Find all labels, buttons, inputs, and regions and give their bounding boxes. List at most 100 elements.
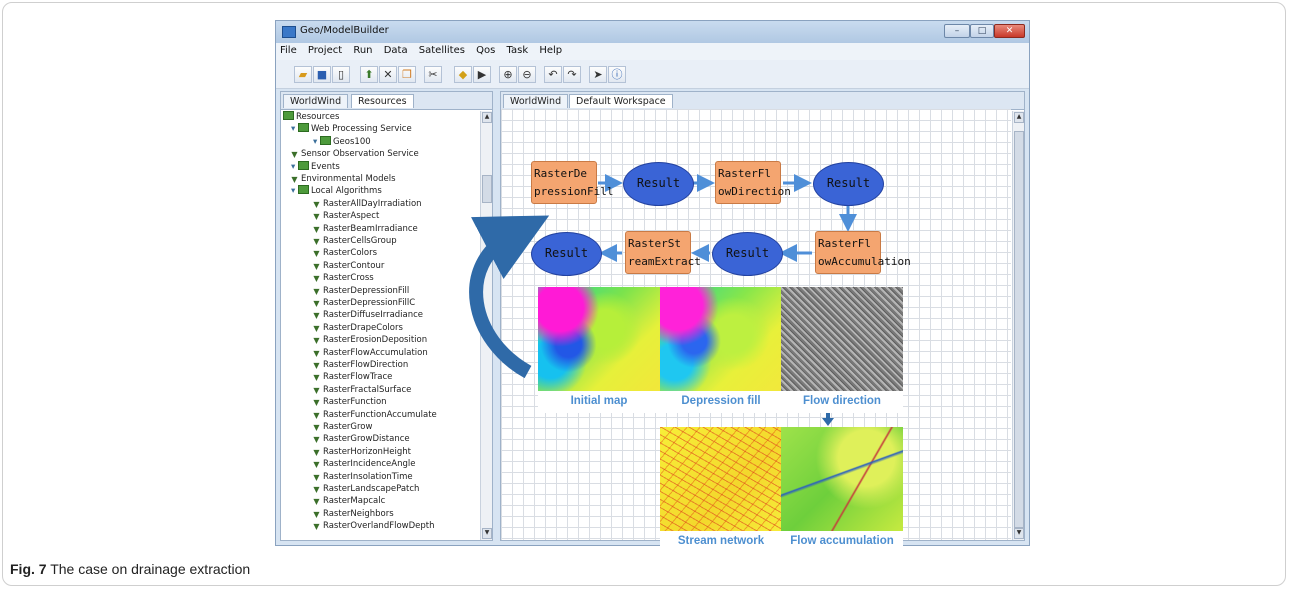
tree-item[interactable]: ▼ RasterCross [313,272,373,284]
tab-default-workspace[interactable]: Default Workspace [569,94,673,108]
menu-qos[interactable]: Qos [472,43,499,56]
tree-item[interactable]: ▼ RasterIncidenceAngle [313,458,415,470]
tree-item[interactable]: ▾ Events [291,160,340,173]
menu-satellites[interactable]: Satellites [415,43,469,56]
tree-item[interactable]: ▾ Local Algorithms [291,185,382,197]
node-raster-flow-direction[interactable]: RasterFl owDirection [715,161,791,204]
expand-icon[interactable]: ▾ [291,162,298,172]
tree-item[interactable]: ▼ RasterBeamIrradiance [313,223,418,235]
zoom-in-icon[interactable]: ⊕ [499,66,517,83]
resources-panel: WorldWind Resources Resources ▾ Web Proce… [280,91,493,541]
upload-icon[interactable]: ⬆ [360,66,378,83]
tree-item[interactable]: ▼ RasterFractalSurface [313,384,411,396]
node-raster-stream-extract[interactable]: RasterSt reamExtract [625,231,701,274]
node-raster-flow-accumulation[interactable]: RasterFl owAccumulation [815,231,911,274]
delete-icon[interactable]: ✕ [379,66,397,83]
tree-scrollbar[interactable]: ▲ ▼ [480,111,492,540]
tree-item[interactable]: ▼ RasterErosionDeposition [313,334,427,346]
tree-item[interactable]: ▼ RasterCellsGroup [313,235,396,247]
tree-item[interactable]: ▼ RasterGrow [313,421,372,433]
tree-item[interactable]: ▼ Environmental Models [291,173,395,185]
open-folder-icon[interactable]: ▰ [294,66,312,83]
workspace-scroll-thumb[interactable] [1014,131,1024,528]
tree-item[interactable]: ▾ Geos100 [313,135,371,148]
tree-item[interactable]: ▼ RasterFlowAccumulation [313,347,427,359]
menu-data[interactable]: Data [380,43,412,56]
node-result-3[interactable]: Result [712,232,783,276]
run-icon[interactable]: ◆ [454,66,472,83]
tree-item-label: RasterGrowDistance [323,434,410,445]
menu-task[interactable]: Task [503,43,533,56]
tree-item[interactable]: ▼ Sensor Observation Service [291,148,418,160]
workspace-scroll-down-icon[interactable]: ▼ [1014,528,1024,539]
scroll-thumb[interactable] [482,175,492,203]
workspace-scroll-up-icon[interactable]: ▲ [1014,112,1024,123]
scroll-up-icon[interactable]: ▲ [482,112,492,123]
minimize-button[interactable]: – [944,24,970,38]
tree-item[interactable]: ▼ RasterDepressionFill [313,285,409,297]
tree-item[interactable]: ▼ RasterAspect [313,210,379,222]
menu-project[interactable]: Project [304,43,346,56]
tree-item[interactable]: ▼ RasterMapcalc [313,495,385,507]
save-icon[interactable]: ■ [313,66,331,83]
tree-item[interactable]: ▼ RasterNeighbors [313,508,394,520]
tree-item[interactable]: ▼ RasterDepressionFillC [313,297,415,309]
tree-item[interactable]: ▼ RasterOverlandFlowDepth [313,520,435,532]
menu-help[interactable]: Help [535,43,566,56]
toolbar: ▰ ■ ▯ ⬆ ✕ ❐ ✂ ◆ ▶ ⊕ ⊖ ↶ ↷ ➤ ⓘ [276,60,1029,89]
copy-icon[interactable]: ❐ [398,66,416,83]
folder-icon [297,123,309,133]
flow-direction-image [781,287,903,391]
pointer-icon[interactable]: ➤ [589,66,607,83]
algorithm-icon: ▼ [291,150,298,160]
tree-item[interactable]: ▼ RasterFunction [313,396,386,408]
tree-item[interactable]: ▼ RasterFunctionAccumulate [313,409,436,421]
tree-item-label: RasterBeamIrradiance [323,223,418,234]
card-initial-map: Initial map [538,287,660,413]
tree-item-label: RasterInsolationTime [323,471,413,482]
redo-icon[interactable]: ↷ [563,66,581,83]
tree-item[interactable]: ▼ RasterColors [313,247,377,259]
close-button[interactable]: ✕ [994,24,1025,38]
expand-icon[interactable]: ▾ [313,137,320,147]
tab-worldwind-workspace[interactable]: WorldWind [503,94,569,108]
node-result-4[interactable]: Result [531,232,602,276]
tree-item-label: RasterNeighbors [323,508,394,519]
menu-run[interactable]: Run [349,43,376,56]
tree-item[interactable]: ▼ RasterDrapeColors [313,322,403,334]
expand-icon[interactable]: ▾ [291,186,298,196]
tree-item[interactable]: ▼ RasterDiffuseIrradiance [313,309,423,321]
algorithm-icon: ▼ [313,286,320,296]
undo-icon[interactable]: ↶ [544,66,562,83]
step-icon[interactable]: ▶ [473,66,491,83]
tree-item[interactable]: ▼ RasterGrowDistance [313,433,410,445]
scroll-down-icon[interactable]: ▼ [482,528,492,539]
menu-file[interactable]: File [276,43,301,56]
node-result-1[interactable]: Result [623,162,694,206]
tab-worldwind-left[interactable]: WorldWind [283,94,349,108]
tree-item[interactable]: Resources [283,111,339,123]
node-line1: RasterDe [534,167,587,180]
info-icon[interactable]: ⓘ [608,66,626,83]
maximize-button[interactable]: □ [970,24,994,38]
tree-item[interactable]: ▼ RasterHorizonHeight [313,446,411,458]
tab-resources[interactable]: Resources [351,94,414,108]
node-result-2[interactable]: Result [813,162,884,206]
tree-item-label: RasterIncidenceAngle [323,459,416,470]
tree-item[interactable]: ▼ RasterLandscapePatch [313,483,419,495]
cut-icon[interactable]: ✂ [424,66,442,83]
expand-icon[interactable]: ▾ [291,124,298,134]
folder-icon [297,185,309,195]
tree-item-label: RasterOverlandFlowDepth [323,521,435,532]
new-document-icon[interactable]: ▯ [332,66,350,83]
zoom-out-icon[interactable]: ⊖ [518,66,536,83]
tree-item[interactable]: ▼ RasterInsolationTime [313,471,413,483]
tree-item[interactable]: ▼ RasterFlowDirection [313,359,408,371]
tree-item[interactable]: ▼ RasterAllDayIrradiation [313,198,421,210]
workspace-scrollbar[interactable]: ▲ ▼ [1012,111,1024,540]
tree-item[interactable]: ▼ RasterFlowTrace [313,371,392,383]
tree-item[interactable]: ▼ RasterContour [313,260,384,272]
node-raster-depression-fill[interactable]: RasterDe pressionFill [531,161,613,204]
tree-item[interactable]: ▾ Web Processing Service [291,123,412,135]
algorithm-icon: ▼ [313,435,320,445]
